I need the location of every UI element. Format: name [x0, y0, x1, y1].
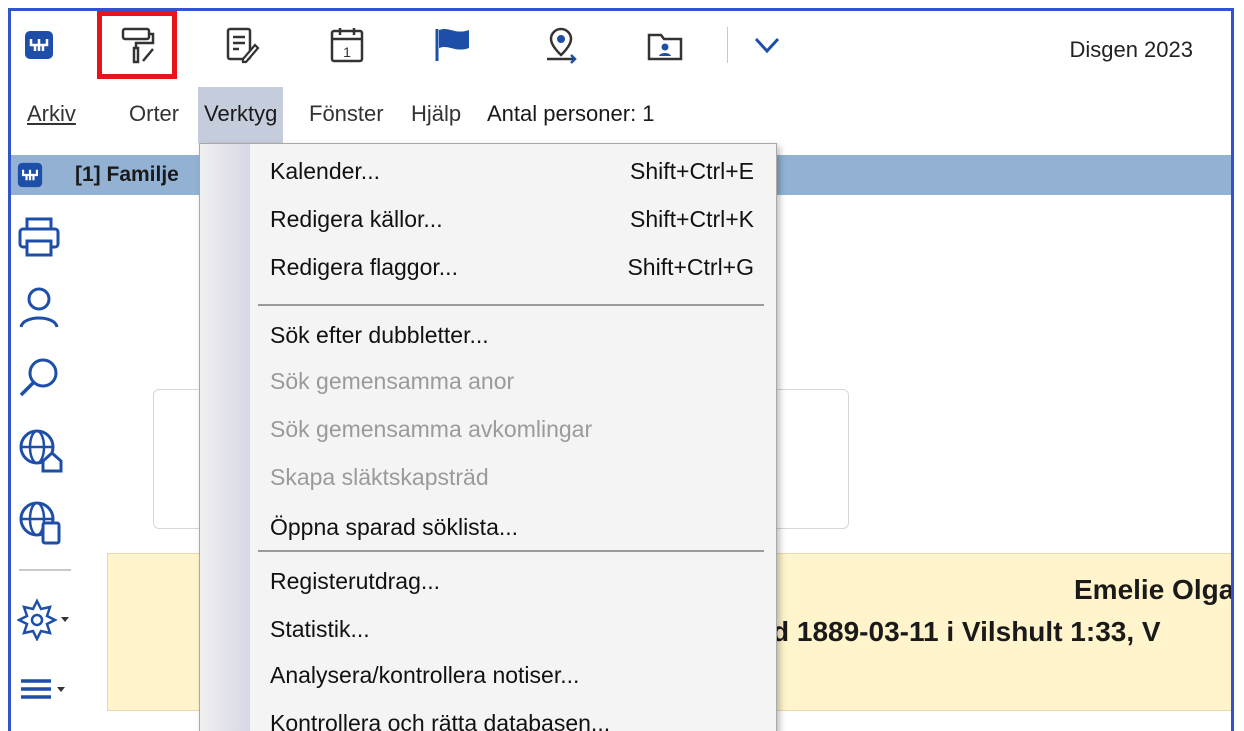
menu-item-label: Sök efter dubbletter...: [270, 322, 489, 348]
menubar: Arkiv Orter Verktyg Fönster Hjälp Antal …: [11, 87, 1231, 143]
menu-item-skapa-slaktskapstrad: Skapa släktskapsträd: [200, 454, 776, 502]
app-window: 1 Disgen 2023 Arkiv Orter Verktyg Fönste…: [8, 8, 1234, 731]
menu-arkiv[interactable]: Arkiv: [21, 87, 82, 143]
flag-icon[interactable]: [431, 23, 475, 67]
person-birth: d 1889-03-11 i Vilshult 1:33, V: [772, 616, 1161, 647]
menu-dropdown-icon[interactable]: [17, 669, 67, 719]
menu-item-registerutdrag[interactable]: Registerutdrag...: [200, 558, 776, 606]
menu-fonster-label: Fönster: [309, 101, 384, 126]
print-icon[interactable]: [17, 215, 67, 265]
menu-item-label: Sök gemensamma anor: [270, 368, 515, 394]
menu-item-label: Registerutdrag...: [270, 568, 441, 594]
family-window-icon: [17, 162, 43, 193]
app-title: Disgen 2023: [1069, 37, 1193, 62]
menu-item-label: Kontrollera och rätta databasen...: [270, 710, 611, 731]
menu-separator: [258, 550, 764, 552]
menu-item-sok-dubbletter[interactable]: Sök efter dubbletter...: [200, 312, 776, 360]
menu-verktyg-label: Verktyg: [204, 101, 278, 126]
menu-item-label: Analysera/kontrollera notiser...: [270, 662, 580, 688]
menu-hjalp[interactable]: Hjälp: [405, 87, 467, 143]
menu-item-label: Statistik...: [270, 616, 370, 642]
menu-item-label: Öppna sparad söklista...: [270, 514, 519, 540]
menu-item-redigera-flaggor[interactable]: Redigera flaggor... Shift+Ctrl+G: [200, 244, 776, 292]
settings-dropdown-icon[interactable]: [16, 595, 69, 645]
menu-item-label: Sök gemensamma avkomlingar: [270, 416, 593, 442]
menu-item-sok-gemensamma-avkomlingar: Sök gemensamma avkomlingar: [200, 406, 776, 454]
person-name: Emelie Olga* Ols: [1074, 574, 1234, 605]
menu-item-analysera[interactable]: Analysera/kontrollera notiser...: [200, 652, 776, 700]
app-logo-icon[interactable]: [17, 23, 61, 67]
highlight-box: [97, 11, 177, 79]
verktyg-dropdown-menu: Kalender... Shift+Ctrl+E Redigera källor…: [199, 143, 777, 731]
menu-verktyg[interactable]: Verktyg: [198, 87, 284, 143]
menu-item-oppna-soklista[interactable]: Öppna sparad söklista...: [200, 504, 776, 552]
globe-device-icon[interactable]: [17, 499, 67, 549]
menu-item-shortcut: Shift+Ctrl+G: [627, 254, 754, 280]
menu-item-label: Redigera källor...: [270, 206, 443, 232]
menu-fonster[interactable]: Fönster: [303, 87, 390, 143]
menu-arkiv-label: Arkiv: [27, 101, 76, 126]
left-sidebar: [11, 207, 83, 731]
toolbar: 1 Disgen 2023: [11, 11, 1231, 85]
menu-orter[interactable]: Orter: [123, 87, 185, 143]
menu-orter-label: Orter: [129, 101, 180, 126]
edit-notes-icon[interactable]: [219, 23, 263, 67]
menu-item-redigera-kallor[interactable]: Redigera källor... Shift+Ctrl+K: [200, 196, 776, 244]
toolbar-separator: [727, 27, 728, 63]
menu-item-sok-gemensamma-anor: Sök gemensamma anor: [200, 358, 776, 406]
search-icon[interactable]: [17, 355, 67, 405]
menu-separator: [258, 304, 764, 306]
menu-item-shortcut: Shift+Ctrl+K: [630, 206, 754, 232]
menu-item-kalender[interactable]: Kalender... Shift+Ctrl+E: [200, 148, 776, 196]
menu-hjalp-label: Hjälp: [411, 101, 462, 126]
svg-text:1: 1: [343, 44, 351, 60]
menu-item-label: Redigera flaggor...: [270, 254, 458, 280]
globe-home-icon[interactable]: [17, 427, 67, 477]
sidebar-separator: [19, 569, 71, 571]
location-icon[interactable]: [539, 23, 583, 67]
menu-item-statistik[interactable]: Statistik...: [200, 606, 776, 654]
menu-item-label: Skapa släktskapsträd: [270, 464, 489, 490]
folder-person-icon[interactable]: [643, 23, 687, 67]
dropdown-arrow-icon[interactable]: [745, 23, 789, 67]
menu-item-label: Kalender...: [270, 158, 380, 184]
calendar-icon[interactable]: 1: [325, 23, 369, 67]
person-count: Antal personer: 1: [487, 101, 655, 126]
menu-item-kontrollera-databas[interactable]: Kontrollera och rätta databasen...: [200, 700, 776, 731]
person-icon[interactable]: [17, 285, 67, 335]
family-window-title: [1] Familje: [75, 163, 179, 186]
menu-item-shortcut: Shift+Ctrl+E: [630, 158, 754, 184]
